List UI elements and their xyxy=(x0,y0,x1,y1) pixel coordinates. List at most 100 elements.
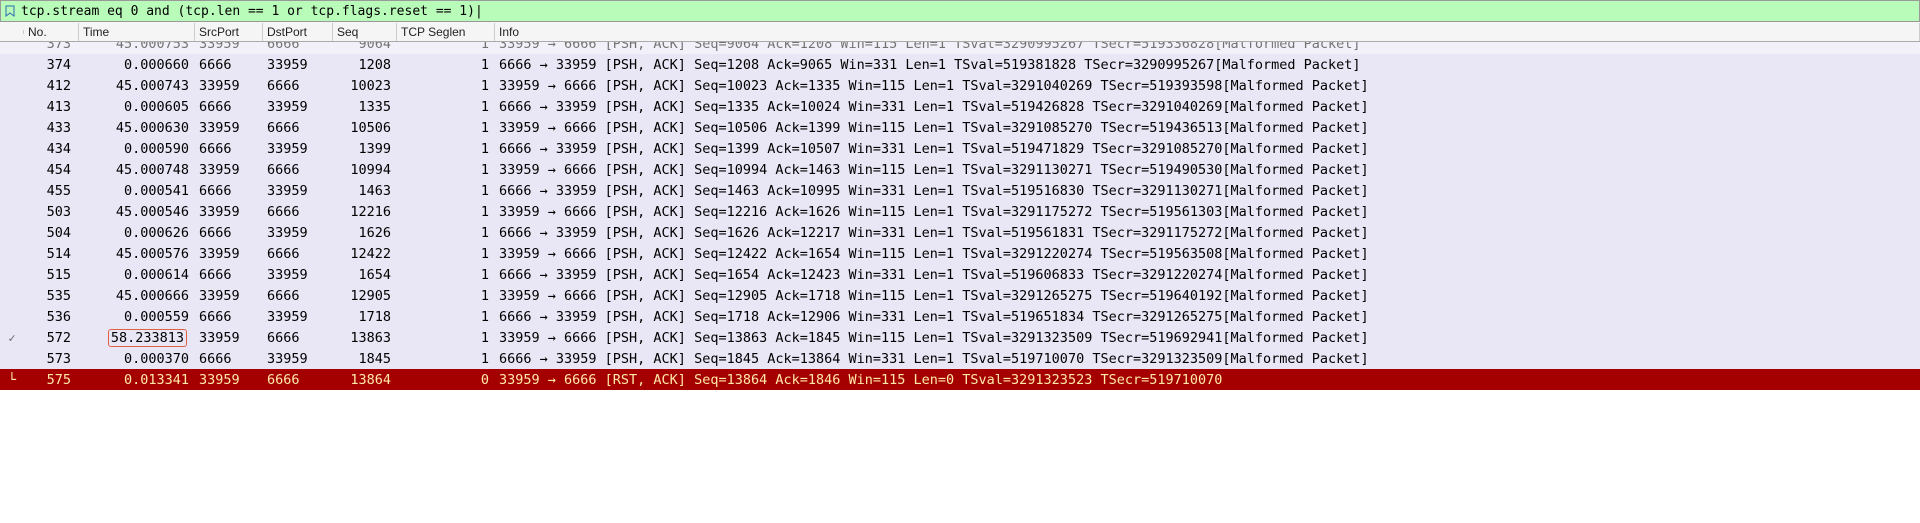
packet-row[interactable]: 50345.00054633959666612216133959 → 6666 … xyxy=(0,201,1920,222)
cell-seq: 13864 xyxy=(333,372,397,388)
packet-row[interactable]: 4130.000605666633959133516666 → 33959 [P… xyxy=(0,96,1920,117)
cell-no: 536 xyxy=(24,309,79,325)
cell-time: 0.013341 xyxy=(79,372,195,388)
cell-seq: 1208 xyxy=(333,57,397,73)
cell-dstport: 33959 xyxy=(263,141,333,157)
col-time[interactable]: Time xyxy=(79,23,195,41)
packet-row[interactable]: 41245.00074333959666610023133959 → 6666 … xyxy=(0,75,1920,96)
cell-info: 33959 → 6666 [PSH, ACK] Seq=10994 Ack=14… xyxy=(495,162,1920,178)
cell-time: 45.000748 xyxy=(79,162,195,178)
cell-seq: 12905 xyxy=(333,288,397,304)
cell-srcport: 33959 xyxy=(195,372,263,388)
cell-info: 33959 → 6666 [PSH, ACK] Seq=10506 Ack=13… xyxy=(495,120,1920,136)
packet-row-partial: 373 45.000753 33959 6666 9064 1 33959 → … xyxy=(0,42,1920,54)
packet-row[interactable]: ✓57258.23381333959666613863133959 → 6666… xyxy=(0,327,1920,348)
cell-seq: 12422 xyxy=(333,246,397,262)
cell-time: 0.000660 xyxy=(79,57,195,73)
cell-time: 45.000630 xyxy=(79,120,195,136)
packet-row[interactable]: 4550.000541666633959146316666 → 33959 [P… xyxy=(0,180,1920,201)
cell-srcport: 6666 xyxy=(195,351,263,367)
col-info[interactable]: Info xyxy=(495,23,1920,41)
col-gutter[interactable] xyxy=(0,30,24,34)
packet-list[interactable]: 373 45.000753 33959 6666 9064 1 33959 → … xyxy=(0,42,1920,390)
cell-seq: 10994 xyxy=(333,162,397,178)
cell-info: 6666 → 33959 [PSH, ACK] Seq=1208 Ack=906… xyxy=(495,57,1920,73)
packet-row[interactable]: 4340.000590666633959139916666 → 33959 [P… xyxy=(0,138,1920,159)
cell-time: 0.000559 xyxy=(79,309,195,325)
col-no[interactable]: No. xyxy=(24,23,79,41)
packet-row[interactable]: 43345.00063033959666610506133959 → 6666 … xyxy=(0,117,1920,138)
packet-row[interactable]: 5040.000626666633959162616666 → 33959 [P… xyxy=(0,222,1920,243)
cell-info: 33959 → 6666 [PSH, ACK] Seq=12216 Ack=16… xyxy=(495,204,1920,220)
cell-dstport: 33959 xyxy=(263,225,333,241)
cell-dstport: 33959 xyxy=(263,183,333,199)
row-gutter: └ xyxy=(0,372,24,388)
cell-no: 504 xyxy=(24,225,79,241)
cell-seq: 1399 xyxy=(333,141,397,157)
packet-row[interactable]: 53545.00066633959666612905133959 → 6666 … xyxy=(0,285,1920,306)
packet-list-header: No. Time SrcPort DstPort Seq TCP Seglen … xyxy=(0,22,1920,42)
col-seq[interactable]: Seq xyxy=(333,23,397,41)
cell-seglen: 1 xyxy=(397,330,495,346)
cell-seq: 10023 xyxy=(333,78,397,94)
col-srcport[interactable]: SrcPort xyxy=(195,23,263,41)
cell-no: 514 xyxy=(24,246,79,262)
packet-row[interactable]: 45445.00074833959666610994133959 → 6666 … xyxy=(0,159,1920,180)
cell-time: 0.000590 xyxy=(79,141,195,157)
packet-row[interactable]: 5360.000559666633959171816666 → 33959 [P… xyxy=(0,306,1920,327)
packet-row[interactable]: 51445.00057633959666612422133959 → 6666 … xyxy=(0,243,1920,264)
cell-info: 6666 → 33959 [PSH, ACK] Seq=1335 Ack=100… xyxy=(495,99,1920,115)
cell-seglen: 1 xyxy=(397,57,495,73)
cell-seglen: 1 xyxy=(397,183,495,199)
cell-no: 374 xyxy=(24,57,79,73)
col-seglen[interactable]: TCP Seglen xyxy=(397,23,495,41)
cell-seq: 1335 xyxy=(333,99,397,115)
packet-row[interactable]: 3740.000660666633959120816666 → 33959 [P… xyxy=(0,54,1920,75)
cell-dstport: 33959 xyxy=(263,267,333,283)
cell-dstport: 6666 xyxy=(263,78,333,94)
cell-srcport: 6666 xyxy=(195,309,263,325)
cell-time: 45.000743 xyxy=(79,78,195,94)
display-filter-input[interactable] xyxy=(21,4,1917,19)
cell-seglen: 1 xyxy=(397,225,495,241)
packet-row[interactable]: └5750.01334133959666613864033959 → 6666 … xyxy=(0,369,1920,390)
packet-row[interactable]: 5730.000370666633959184516666 → 33959 [P… xyxy=(0,348,1920,369)
cell-dstport: 6666 xyxy=(263,120,333,136)
cell-srcport: 6666 xyxy=(195,141,263,157)
display-filter-bar[interactable] xyxy=(0,0,1920,22)
cell-srcport: 33959 xyxy=(195,162,263,178)
cell-srcport: 6666 xyxy=(195,267,263,283)
col-dstport[interactable]: DstPort xyxy=(263,23,333,41)
cell-no: 572 xyxy=(24,330,79,346)
cell-seglen: 1 xyxy=(397,120,495,136)
cell-seglen: 1 xyxy=(397,204,495,220)
cell-dstport: 6666 xyxy=(263,372,333,388)
cell-dstport: 6666 xyxy=(263,330,333,346)
cell-time: 0.000605 xyxy=(79,99,195,115)
cell-dstport: 6666 xyxy=(263,288,333,304)
cell-seglen: 1 xyxy=(397,309,495,325)
cell-seglen: 1 xyxy=(397,99,495,115)
cell-seq: 10506 xyxy=(333,120,397,136)
cell-srcport: 33959 xyxy=(195,204,263,220)
cell-seq: 1463 xyxy=(333,183,397,199)
cell-srcport: 33959 xyxy=(195,120,263,136)
cell-time: 0.000370 xyxy=(79,351,195,367)
cell-no: 535 xyxy=(24,288,79,304)
cell-info: 6666 → 33959 [PSH, ACK] Seq=1626 Ack=122… xyxy=(495,225,1920,241)
cell-info: 33959 → 6666 [PSH, ACK] Seq=10023 Ack=13… xyxy=(495,78,1920,94)
packet-row[interactable]: 5150.000614666633959165416666 → 33959 [P… xyxy=(0,264,1920,285)
cell-srcport: 33959 xyxy=(195,288,263,304)
cell-srcport: 6666 xyxy=(195,99,263,115)
cell-seq: 1845 xyxy=(333,351,397,367)
cell-info: 33959 → 6666 [PSH, ACK] Seq=12422 Ack=16… xyxy=(495,246,1920,262)
cell-seglen: 1 xyxy=(397,162,495,178)
cell-time: 58.233813 xyxy=(79,329,195,347)
cell-no: 575 xyxy=(24,372,79,388)
cell-seglen: 1 xyxy=(397,78,495,94)
cell-srcport: 33959 xyxy=(195,78,263,94)
cell-dstport: 33959 xyxy=(263,351,333,367)
cell-srcport: 6666 xyxy=(195,183,263,199)
row-gutter: ✓ xyxy=(0,330,24,346)
cell-seglen: 1 xyxy=(397,141,495,157)
